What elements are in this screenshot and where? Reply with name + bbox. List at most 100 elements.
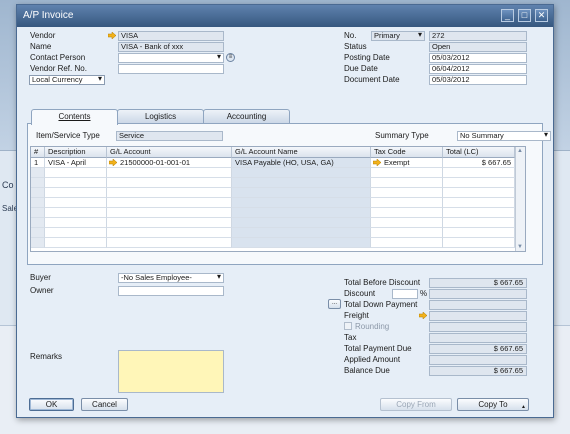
empty-grid-cell[interactable] — [45, 238, 107, 248]
empty-grid-cell[interactable] — [45, 168, 107, 178]
total-before-discount-field[interactable]: $ 667.65 — [429, 278, 527, 288]
tab-logistics[interactable]: Logistics — [117, 109, 204, 124]
item-type-field[interactable]: Service — [116, 131, 223, 141]
empty-grid-cell[interactable] — [31, 238, 45, 248]
empty-grid-cell[interactable] — [107, 198, 232, 208]
empty-grid-cell[interactable] — [232, 198, 371, 208]
empty-grid-cell[interactable] — [31, 228, 45, 238]
empty-grid-cell[interactable] — [371, 188, 443, 198]
posting-date-field[interactable]: 05/03/2012 — [429, 53, 527, 63]
document-number-field[interactable]: 272 — [429, 31, 527, 41]
copy-to-button[interactable]: Copy To ▲ — [457, 398, 529, 411]
empty-grid-cell[interactable] — [31, 178, 45, 188]
maximize-icon[interactable]: □ — [518, 9, 531, 22]
ok-button[interactable]: OK — [29, 398, 74, 411]
empty-grid-cell[interactable] — [107, 218, 232, 228]
empty-grid-cell[interactable] — [45, 198, 107, 208]
empty-grid-cell[interactable] — [45, 228, 107, 238]
contact-details-icon[interactable]: ≡ — [226, 53, 235, 62]
empty-grid-cell[interactable] — [443, 198, 515, 208]
empty-grid-cell[interactable] — [443, 238, 515, 248]
freight-field[interactable] — [429, 311, 527, 321]
column-header-gl-account[interactable]: G/L Account — [107, 147, 232, 158]
empty-grid-cell[interactable] — [232, 168, 371, 178]
empty-grid-cell[interactable] — [232, 188, 371, 198]
empty-grid-cell[interactable] — [371, 208, 443, 218]
empty-grid-cell[interactable] — [107, 228, 232, 238]
discount-field[interactable] — [429, 289, 527, 299]
down-payment-button[interactable]: ... — [328, 299, 341, 309]
table-cell-total[interactable]: $ 667.65 — [443, 158, 515, 168]
empty-grid-cell[interactable] — [107, 238, 232, 248]
empty-grid-cell[interactable] — [31, 188, 45, 198]
table-cell-gl-account-name[interactable]: VISA Payable (HO, USA, GA) — [232, 158, 371, 168]
scroll-up-icon[interactable]: ▲ — [517, 148, 523, 154]
empty-grid-cell[interactable] — [371, 178, 443, 188]
link-arrow-icon[interactable] — [109, 159, 117, 166]
currency-select[interactable]: Local Currency — [29, 75, 105, 85]
link-arrow-icon[interactable] — [419, 312, 427, 319]
empty-grid-cell[interactable] — [443, 168, 515, 178]
empty-grid-cell[interactable] — [371, 218, 443, 228]
vendor-field[interactable]: VISA — [118, 31, 224, 41]
empty-grid-cell[interactable] — [45, 178, 107, 188]
balance-due-field[interactable]: $ 667.65 — [429, 366, 527, 376]
empty-grid-cell[interactable] — [107, 208, 232, 218]
empty-grid-cell[interactable] — [45, 218, 107, 228]
empty-grid-cell[interactable] — [45, 208, 107, 218]
table-cell-description[interactable]: VISA - April — [45, 158, 107, 168]
summary-type-select[interactable]: No Summary — [457, 131, 551, 141]
tax-field[interactable] — [429, 333, 527, 343]
empty-grid-cell[interactable] — [31, 168, 45, 178]
column-header-total[interactable]: Total (LC) — [443, 147, 515, 158]
status-field[interactable]: Open — [429, 42, 527, 52]
due-date-field[interactable]: 06/04/2012 — [429, 64, 527, 74]
link-arrow-icon[interactable] — [373, 159, 381, 166]
link-arrow-icon[interactable] — [108, 32, 116, 39]
empty-grid-cell[interactable] — [443, 228, 515, 238]
empty-grid-cell[interactable] — [443, 188, 515, 198]
total-payment-due-field[interactable]: $ 667.65 — [429, 344, 527, 354]
empty-grid-cell[interactable] — [232, 178, 371, 188]
empty-grid-cell[interactable] — [232, 208, 371, 218]
empty-grid-cell[interactable] — [232, 238, 371, 248]
empty-grid-cell[interactable] — [31, 198, 45, 208]
empty-grid-cell[interactable] — [371, 168, 443, 178]
empty-grid-cell[interactable] — [371, 238, 443, 248]
applied-amount-field[interactable] — [429, 355, 527, 365]
close-icon[interactable]: ✕ — [535, 9, 548, 22]
remarks-field[interactable] — [118, 350, 224, 393]
empty-grid-cell[interactable] — [371, 198, 443, 208]
empty-grid-cell[interactable] — [107, 188, 232, 198]
empty-grid-cell[interactable] — [443, 218, 515, 228]
column-header-gl-account-name[interactable]: G/L Account Name — [232, 147, 371, 158]
tab-contents[interactable]: Contents — [31, 109, 118, 125]
table-cell-tax-code[interactable]: Exempt — [371, 158, 443, 168]
rounding-field[interactable] — [429, 322, 527, 332]
empty-grid-cell[interactable] — [107, 178, 232, 188]
empty-grid-cell[interactable] — [31, 218, 45, 228]
table-row-number[interactable]: 1 — [31, 158, 45, 168]
grid-scrollbar[interactable]: ▲ ▼ — [515, 147, 525, 251]
name-field[interactable]: VISA - Bank of xxx — [118, 42, 224, 52]
rounding-checkbox[interactable] — [344, 322, 352, 330]
document-date-field[interactable]: 05/03/2012 — [429, 75, 527, 85]
discount-percent-field[interactable] — [392, 289, 418, 299]
owner-field[interactable] — [118, 286, 224, 296]
buyer-select[interactable]: -No Sales Employee- — [118, 273, 224, 283]
cancel-button[interactable]: Cancel — [81, 398, 128, 411]
title-bar[interactable]: A/P Invoice _ □ ✕ — [17, 5, 553, 27]
total-down-payment-field[interactable] — [429, 300, 527, 310]
contact-person-select[interactable] — [118, 53, 224, 63]
copy-from-button[interactable]: Copy From — [380, 398, 452, 411]
scroll-down-icon[interactable]: ▼ — [517, 244, 523, 250]
empty-grid-cell[interactable] — [443, 178, 515, 188]
empty-grid-cell[interactable] — [107, 168, 232, 178]
table-cell-gl-account[interactable]: 21500000-01-001-01 — [107, 158, 232, 168]
empty-grid-cell[interactable] — [45, 188, 107, 198]
vendor-ref-field[interactable] — [118, 64, 224, 74]
series-select[interactable]: Primary — [371, 31, 425, 41]
column-header-description[interactable]: Description — [45, 147, 107, 158]
empty-grid-cell[interactable] — [31, 208, 45, 218]
empty-grid-cell[interactable] — [371, 228, 443, 238]
